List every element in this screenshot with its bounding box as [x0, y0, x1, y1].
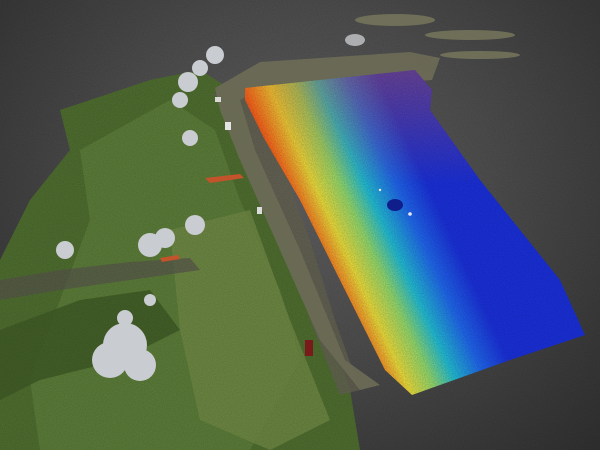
point-cloud-viewport[interactable]: [0, 0, 600, 450]
point-cloud-scene: [0, 0, 600, 450]
